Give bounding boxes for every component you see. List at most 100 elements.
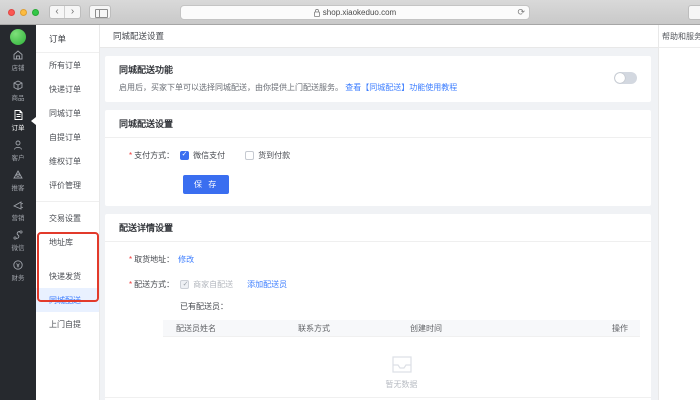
home-icon	[12, 49, 24, 61]
submenu-item-pickup-orders[interactable]: 自提订单	[36, 125, 99, 149]
feature-card: 同城配送功能 启用后，买家下单可以选择同城配送，由你提供上门配送服务。 查看【同…	[105, 56, 651, 102]
url-text: shop.xiaokeduo.com	[323, 8, 396, 17]
detail-card: 配送详情设置 * 取货地址： 修改 * 配送方式： 商家自配送 添加配送员	[105, 214, 651, 400]
submenu-item-express-shipping[interactable]: 快递发货	[36, 264, 99, 288]
pickup-address-label: 取货地址：	[134, 254, 174, 265]
col-contact: 联系方式	[298, 323, 410, 334]
finance-icon	[12, 259, 24, 271]
submenu-header: 订单	[36, 25, 99, 53]
submenu-item-city-delivery[interactable]: 同城配送	[36, 288, 99, 312]
delivery-method-row: * 配送方式： 商家自配送 添加配送员	[129, 279, 637, 290]
reload-icon[interactable]: ⟳	[517, 7, 525, 18]
traffic-lights	[8, 9, 39, 16]
cod-checkbox[interactable]	[245, 151, 254, 160]
help-panel: 帮助和服务	[658, 25, 700, 400]
referral-icon	[12, 169, 24, 181]
sidebar-item-label: 客户	[12, 152, 25, 162]
submenu-item-express-orders[interactable]: 快递订单	[36, 77, 99, 101]
customer-icon	[12, 139, 24, 151]
wechat-icon	[12, 229, 24, 241]
required-mark: *	[129, 151, 132, 160]
empty-text: 暂无数据	[163, 379, 640, 390]
detail-card-title: 配送详情设置	[105, 214, 651, 242]
sidebar-item-label: 微信	[12, 242, 25, 252]
sidebar-item-label: 店铺	[12, 62, 25, 72]
address-bar[interactable]: shop.xiaokeduo.com ⟳	[180, 5, 530, 20]
forward-button[interactable]: ›	[65, 6, 80, 18]
history-nav: ‹ ›	[49, 5, 81, 19]
primary-sidebar: 店铺 商品 订单 客户 推客	[0, 25, 36, 400]
wechat-pay-checkbox[interactable]	[180, 151, 189, 160]
sidebar-item-label: 财务	[12, 272, 25, 282]
sidebar-item-referral[interactable]: 推客	[0, 166, 36, 195]
sidebar-item-finance[interactable]: 财务	[0, 256, 36, 285]
required-mark: *	[129, 280, 132, 289]
page-topbar: 同城配送设置	[100, 25, 658, 48]
sidebar-item-goods[interactable]: 商品	[0, 76, 36, 105]
sidebar-item-shop[interactable]: 店铺	[0, 46, 36, 75]
zoom-window-button[interactable]	[32, 9, 39, 16]
wechat-pay-label: 微信支付	[193, 150, 225, 161]
close-window-button[interactable]	[8, 9, 15, 16]
sidebar-item-marketing[interactable]: 营销	[0, 196, 36, 225]
submenu-item-rights-orders[interactable]: 维权订单	[36, 149, 99, 173]
submenu-item-address-book[interactable]: 地址库	[36, 230, 99, 254]
settings-card: 同城配送设置 * 支付方式： 微信支付 货到付款 保 存	[105, 110, 651, 206]
browser-chrome: ‹ › shop.xiaokeduo.com ⟳	[0, 0, 700, 25]
empty-state: 暂无数据	[163, 337, 640, 390]
toggle-knob	[615, 73, 625, 83]
settings-card-title: 同城配送设置	[105, 110, 651, 138]
page-title: 同城配送设置	[113, 30, 164, 42]
tutorial-link[interactable]: 查看【同城配送】功能使用教程	[345, 83, 457, 92]
submenu-item-review-mgmt[interactable]: 评价管理	[36, 173, 99, 197]
minimize-window-button[interactable]	[20, 9, 27, 16]
feature-toggle[interactable]	[614, 72, 637, 84]
self-delivery-label: 商家自配送	[193, 279, 233, 290]
order-icon	[12, 109, 24, 121]
feature-card-desc: 启用后，买家下单可以选择同城配送，由你提供上门配送服务。 查看【同城配送】功能使…	[119, 82, 637, 93]
app-window: 店铺 商品 订单 客户 推客	[0, 25, 700, 400]
app-logo	[10, 29, 26, 45]
sidebar-item-label: 推客	[12, 182, 25, 192]
required-mark: *	[129, 255, 132, 264]
submenu-item-all-orders[interactable]: 所有订单	[36, 53, 99, 77]
submenu-item-door-pickup[interactable]: 上门自提	[36, 312, 99, 336]
empty-inbox-icon	[389, 354, 415, 376]
cod-label: 货到付款	[258, 150, 290, 161]
existing-courier-label: 已有配送员：	[180, 301, 228, 312]
submenu-divider	[36, 201, 99, 202]
chrome-right-fragment	[688, 5, 700, 20]
sidebar-item-label: 订单	[12, 122, 25, 132]
payment-label: 支付方式：	[134, 150, 174, 161]
modify-address-link[interactable]: 修改	[178, 254, 194, 265]
existing-courier-row: 已有配送员：	[180, 301, 637, 312]
help-and-service-link[interactable]: 帮助和服务	[659, 25, 700, 48]
submenu-item-trade-settings[interactable]: 交易设置	[36, 206, 99, 230]
pickup-address-row: * 取货地址： 修改	[129, 254, 637, 265]
sidebar-item-customers[interactable]: 客户	[0, 136, 36, 165]
payment-save-button[interactable]: 保 存	[183, 175, 229, 194]
sidebar-item-label: 商品	[12, 92, 25, 102]
self-delivery-checkbox	[180, 280, 189, 289]
sidebar-item-label: 营销	[12, 212, 25, 222]
payment-method-row: * 支付方式： 微信支付 货到付款	[129, 150, 637, 161]
submenu-item-city-orders[interactable]: 同城订单	[36, 101, 99, 125]
marketing-icon	[12, 199, 24, 211]
courier-table-header: 配送员姓名 联系方式 创建时间 操作	[163, 320, 640, 337]
lock-icon	[314, 9, 320, 17]
back-button[interactable]: ‹	[50, 6, 65, 18]
feature-desc-text: 启用后，买家下单可以选择同城配送，由你提供上门配送服务。	[119, 83, 343, 92]
delivery-method-label: 配送方式：	[134, 279, 174, 290]
sidebar-item-orders[interactable]: 订单	[0, 106, 36, 135]
submenu-gap	[36, 254, 99, 264]
sidebar-toggle-button[interactable]	[89, 5, 111, 19]
orders-submenu: 订单 所有订单 快递订单 同城订单 自提订单 维权订单 评价管理 交易设置 地址…	[36, 25, 100, 400]
col-actions: 操作	[573, 323, 640, 334]
page-content: 同城配送功能 启用后，买家下单可以选择同城配送，由你提供上门配送服务。 查看【同…	[100, 48, 658, 400]
main-area: 同城配送设置 同城配送功能 启用后，买家下单可以选择同城配送，由你提供上门配送服…	[100, 25, 658, 400]
add-courier-link[interactable]: 添加配送员	[247, 279, 287, 290]
sidebar-item-wechat[interactable]: 微信	[0, 226, 36, 255]
col-courier-name: 配送员姓名	[163, 323, 298, 334]
box-icon	[12, 79, 24, 91]
courier-table: 配送员姓名 联系方式 创建时间 操作	[163, 320, 640, 337]
